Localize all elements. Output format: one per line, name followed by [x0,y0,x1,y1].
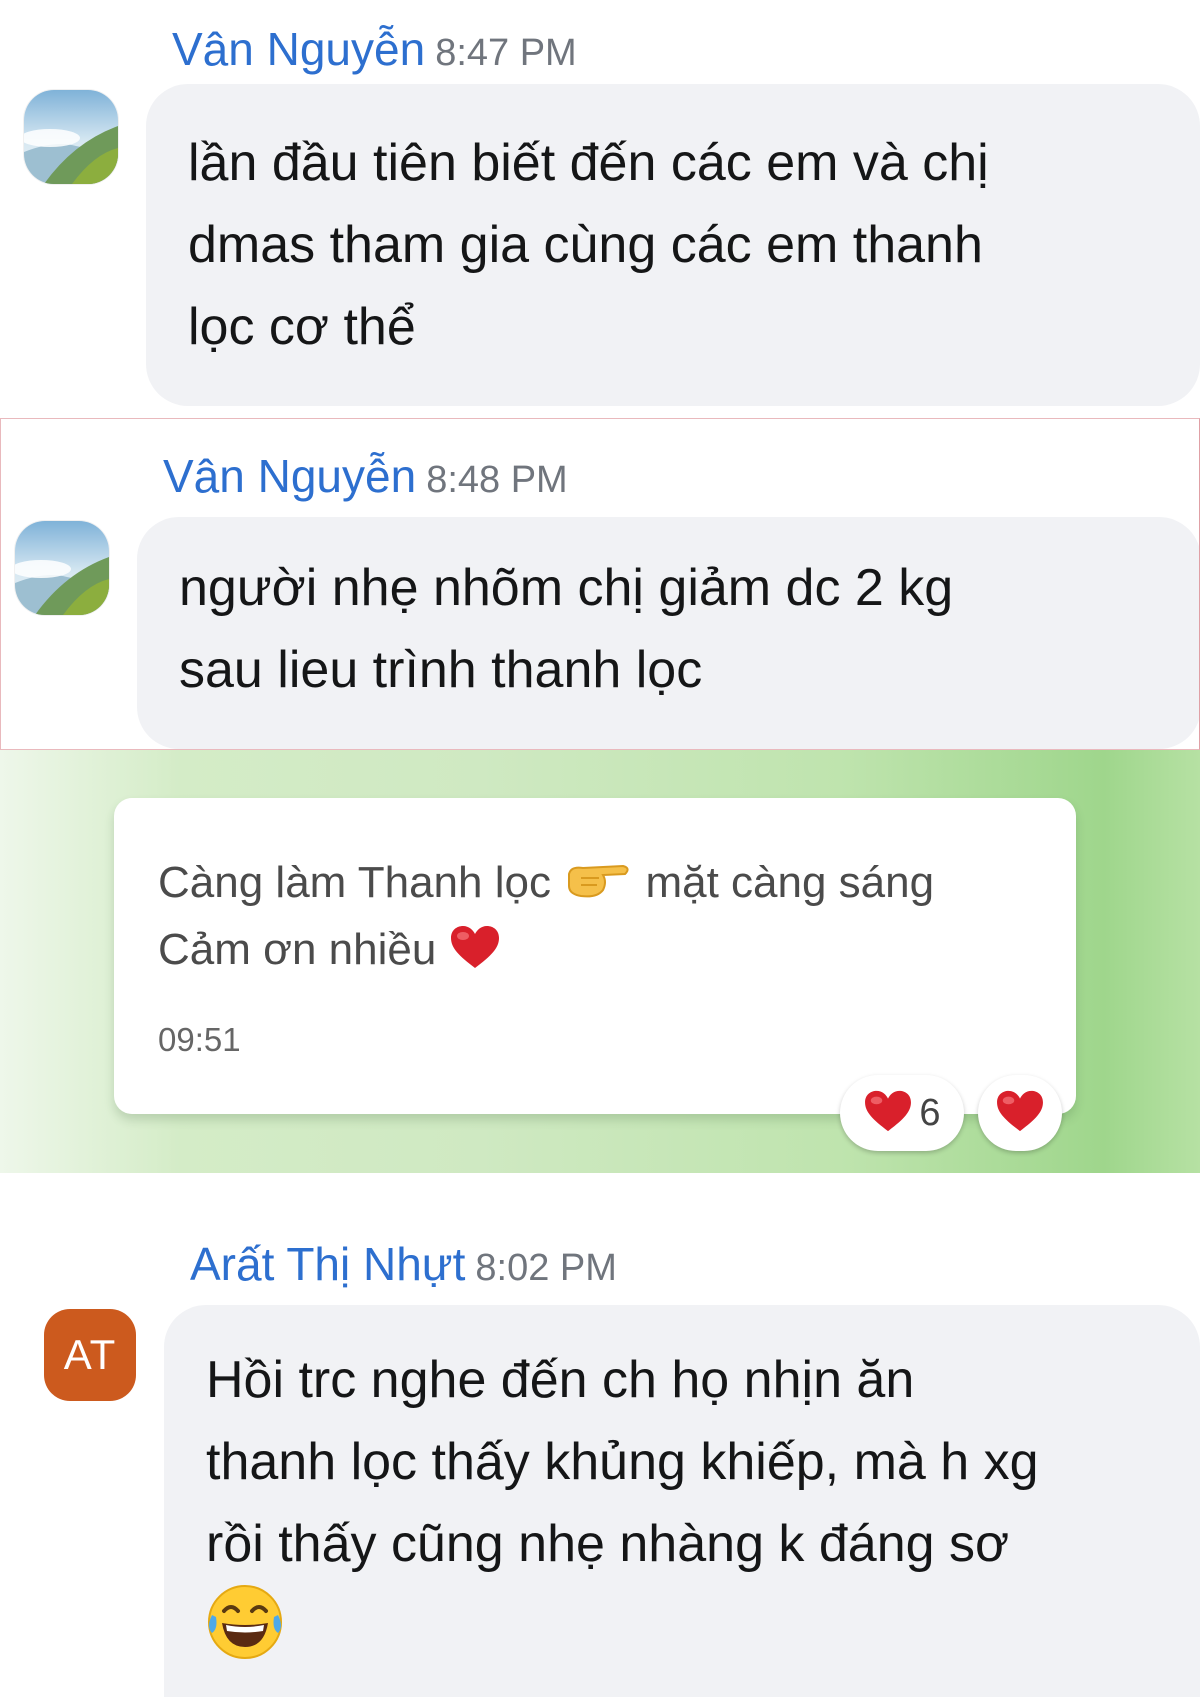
mountain-landscape-icon [24,90,118,184]
reaction-heart[interactable] [978,1075,1062,1151]
sender-name[interactable]: Vân Nguyễn [172,23,425,75]
message-header: Vân Nguyễn 8:48 PM [163,449,568,503]
mountain-landscape-icon [15,521,109,615]
message-time: 8:48 PM [426,459,568,501]
card-line-2-text: Cảm ơn nhiều [158,925,437,975]
red-heart-icon [995,1089,1045,1138]
message-panel-1: Vân Nguyễn 8:47 PM lần đầu tiên biết đến … [0,0,1200,418]
sender-avatar[interactable] [15,521,109,615]
message-header: Arất Thị Nhựt 8:02 PM [190,1237,617,1291]
pointing-right-icon [563,860,633,911]
message-text: Hồi trc nghe đến ch họ nhịn ăn thanh lọc… [206,1351,1039,1573]
card-line-2: Cảm ơn nhiều [158,924,501,981]
reaction-count: 6 [919,1091,941,1134]
message-time: 8:02 PM [475,1247,617,1289]
message-card[interactable]: Càng làm Thanh lọc mặt càng sáng Cảm ơn … [114,798,1076,1114]
message-text: lần đầu tiên biết đến các em và chị dmas… [188,134,989,356]
sender-avatar[interactable]: AT [44,1309,136,1401]
message-time: 8:47 PM [435,32,577,74]
card-time: 09:51 [158,1021,241,1058]
message-text: người nhẹ nhõm chị giảm dc 2 kg sau lieu… [179,559,954,699]
red-heart-icon [863,1089,913,1138]
card-line-1-end: mặt càng sáng [645,858,935,907]
card-line-1: Càng làm Thanh lọc mặt càng sáng [158,858,934,911]
screenshot-panel: Càng làm Thanh lọc mặt càng sáng Cảm ơn … [0,750,1200,1173]
card-line-1-start: Càng làm Thanh lọc [158,858,551,907]
sender-name[interactable]: Arất Thị Nhựt [190,1238,465,1290]
message-panel-2: Vân Nguyễn 8:48 PM người nhẹ nhõm chị giả… [0,418,1200,750]
message-panel-3: Arất Thị Nhựt 8:02 PM AT Hồi trc nghe đến… [0,1173,1200,1697]
reaction-heart-count[interactable]: 6 [840,1075,964,1151]
sender-name[interactable]: Vân Nguyễn [163,450,416,502]
red-heart-icon [449,924,501,981]
message-header: Vân Nguyễn 8:47 PM [172,22,577,76]
message-bubble[interactable]: người nhẹ nhõm chị giảm dc 2 kg sau lieu… [137,517,1199,749]
message-bubble[interactable]: lần đầu tiên biết đến các em và chị dmas… [146,84,1200,406]
sender-avatar[interactable] [24,90,118,184]
message-bubble[interactable]: Hồi trc nghe đến ch họ nhịn ăn thanh lọc… [164,1305,1200,1697]
tears-of-joy-icon [204,1581,286,1663]
